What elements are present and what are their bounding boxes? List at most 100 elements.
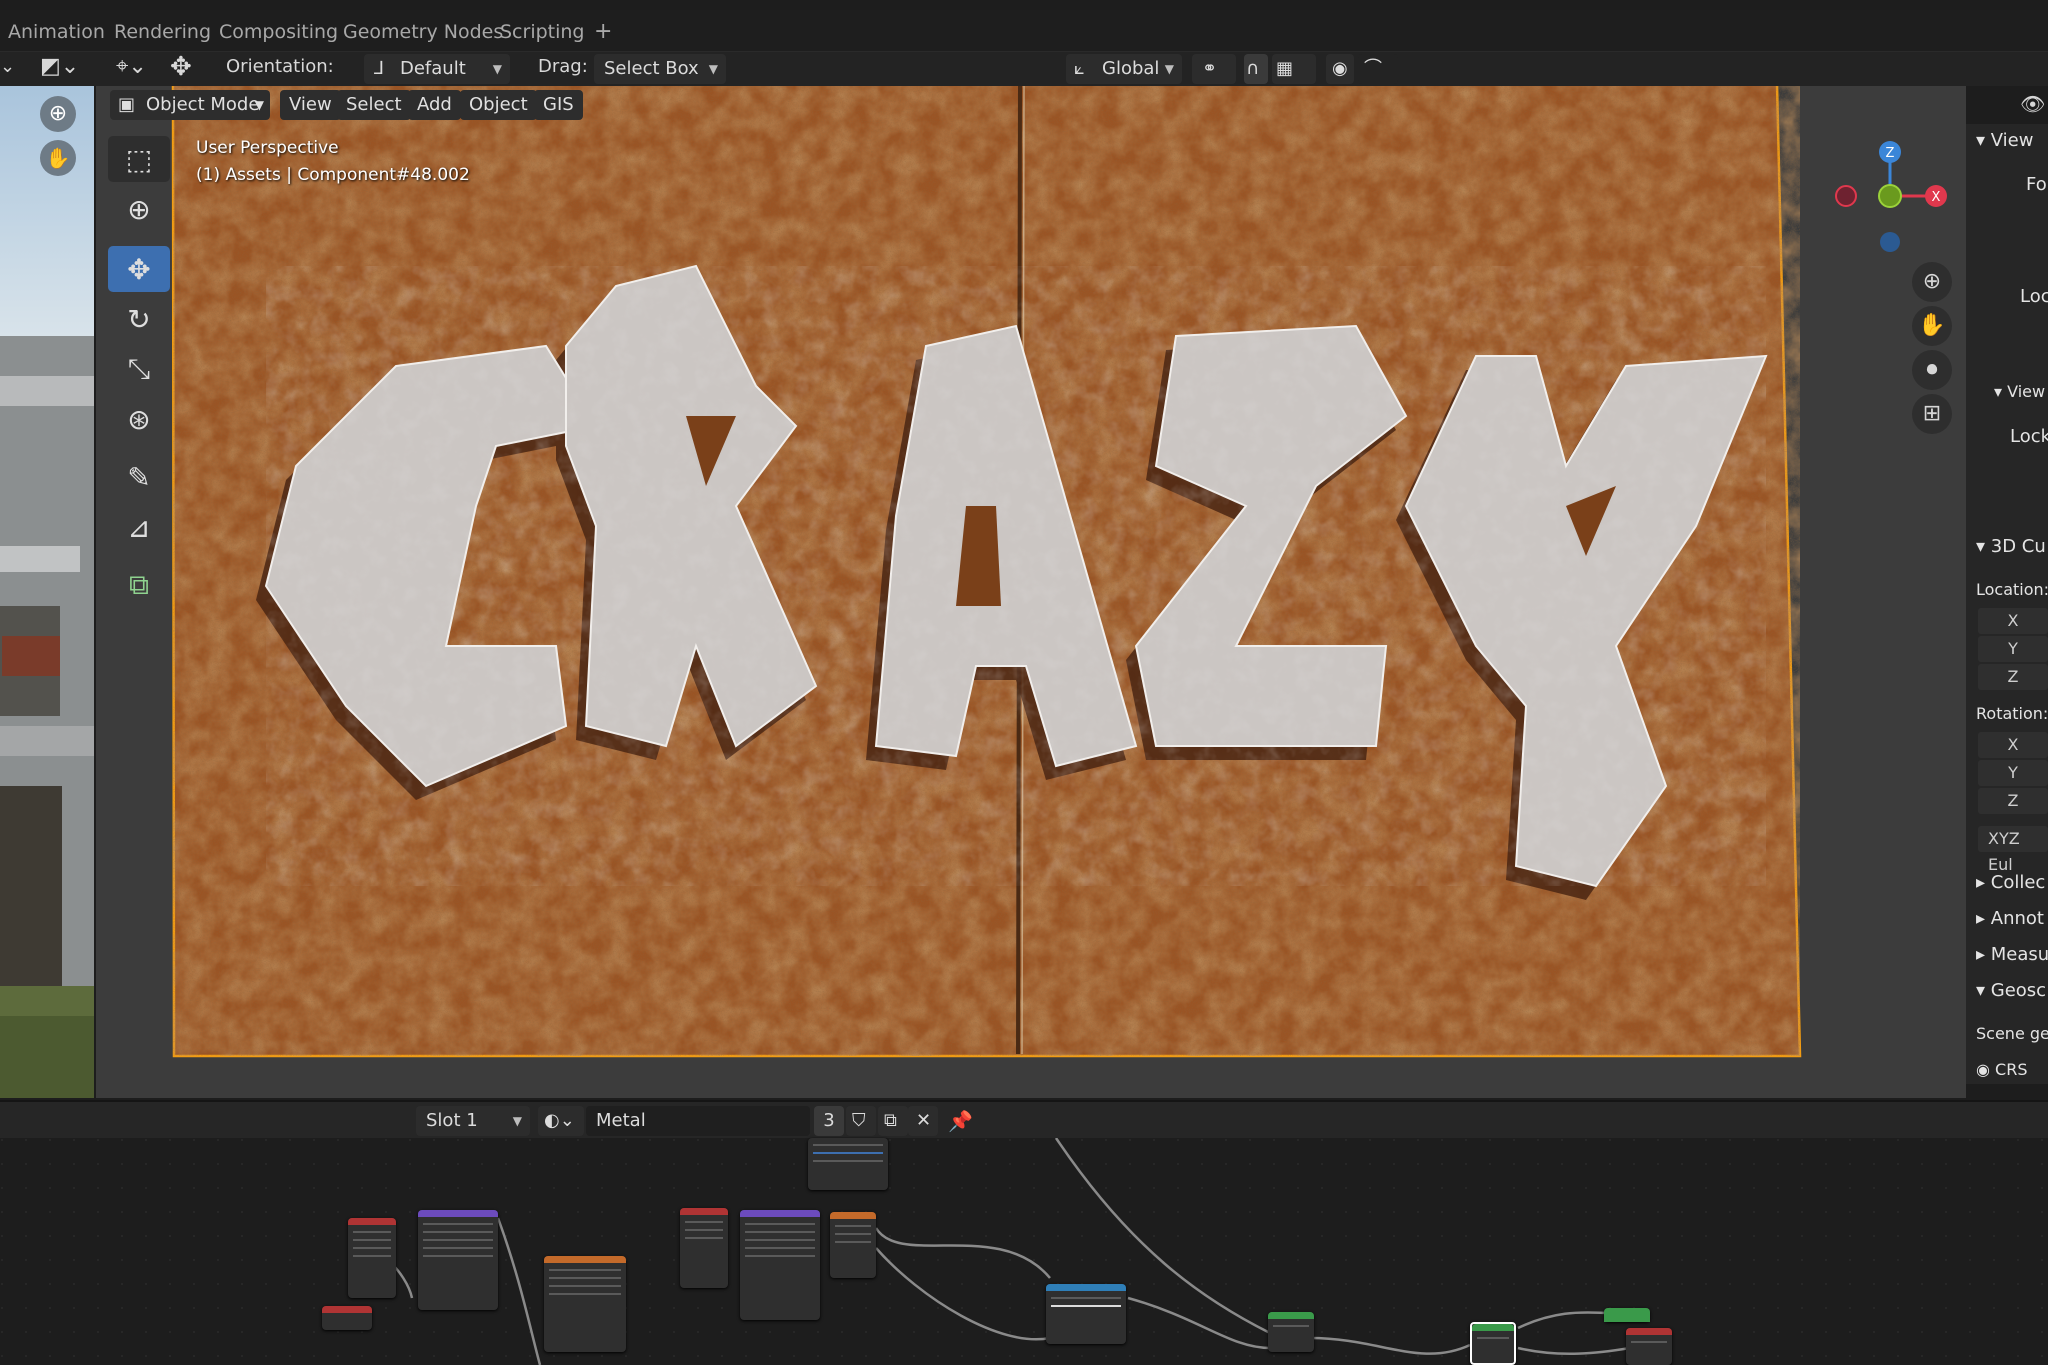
- ruler-icon: ⊿: [127, 510, 151, 544]
- texture-coordinate-node[interactable]: [348, 1218, 396, 1298]
- neg-x-handle[interactable]: [1835, 185, 1857, 207]
- menu-view[interactable]: View: [280, 90, 341, 120]
- transform-orientation-dropdown[interactable]: ⟀ Global ▼: [1066, 54, 1182, 84]
- object-mode-icon: ▣: [118, 94, 136, 115]
- eye-icon[interactable]: 👁: [2020, 92, 2048, 120]
- z-axis-label: Z: [1886, 146, 1895, 161]
- measure-section[interactable]: ▸ Measu: [1976, 944, 2048, 965]
- menu-select[interactable]: Select: [337, 90, 411, 120]
- pin-icon[interactable]: 📌: [948, 1106, 973, 1138]
- mapping-node[interactable]: [418, 1210, 498, 1310]
- navigation-gizmo[interactable]: Z X: [1820, 136, 1960, 256]
- duplicate-material-button[interactable]: ⧉: [878, 1106, 908, 1136]
- menu-gis[interactable]: GIS: [534, 90, 583, 120]
- lock-label-2: Lock: [2010, 426, 2048, 447]
- scale-tool[interactable]: ⤡: [108, 346, 170, 392]
- zoom-icon[interactable]: ⊕: [40, 96, 76, 132]
- collections-section[interactable]: ▸ Collec: [1976, 872, 2045, 893]
- 3d-cursor-header[interactable]: ▾ 3D Cu: [1976, 536, 2046, 557]
- proportional-edit-toggle[interactable]: ◉: [1326, 54, 1354, 84]
- orientation-dropdown[interactable]: ⅃ Default ▼: [364, 54, 510, 84]
- annotations-section[interactable]: ▸ Annot: [1976, 908, 2044, 929]
- measure-tool[interactable]: ⊿: [108, 504, 170, 550]
- cursor-location-x[interactable]: X: [1978, 608, 2048, 634]
- material-sphere-icon: ◐⌄: [544, 1110, 575, 1131]
- cursor-rotation-z[interactable]: Z: [1978, 788, 2048, 814]
- select-box-tool[interactable]: ⬚: [108, 136, 170, 182]
- chevron-down-icon: ▼: [708, 62, 718, 76]
- workspace-bar: Animation Rendering Compositing Geometry…: [0, 10, 2048, 52]
- reroute-node[interactable]: [1604, 1308, 1650, 1322]
- tab-animation[interactable]: Animation: [0, 16, 117, 48]
- snap-target-dropdown[interactable]: ▦: [1272, 54, 1316, 84]
- grid-perspective-icon[interactable]: ⊞: [1912, 394, 1952, 434]
- camera-icon[interactable]: ⏺: [1912, 350, 1952, 390]
- mapping-node-2[interactable]: [740, 1210, 820, 1320]
- 3d-viewport[interactable]: User Perspective (1) Assets | Component#…: [96, 86, 1966, 1098]
- move-tool-icon[interactable]: ✥: [170, 52, 192, 84]
- annotate-tool[interactable]: ✎: [108, 454, 170, 500]
- move-tool[interactable]: ✥: [108, 246, 170, 292]
- pivot-point-dropdown[interactable]: ⚭: [1192, 54, 1236, 84]
- texture-coordinate-node-2[interactable]: [680, 1208, 728, 1288]
- hand-pan-icon[interactable]: ✋: [1912, 306, 1952, 346]
- y-axis-handle[interactable]: [1878, 184, 1902, 208]
- unlink-material-button[interactable]: ✕: [908, 1106, 938, 1136]
- material-output-node[interactable]: [1626, 1328, 1672, 1365]
- cursor-tool[interactable]: ⊕: [108, 186, 170, 232]
- drag-dropdown[interactable]: Select Box ▼: [594, 54, 726, 84]
- fake-user-toggle[interactable]: ⛉: [846, 1106, 876, 1136]
- triangle-right-icon: ▸: [1976, 872, 1991, 893]
- add-cube-tool[interactable]: ⧉: [108, 562, 170, 608]
- rotation-mode-dropdown[interactable]: XYZ Eul: [1978, 826, 2048, 874]
- color-ramp-node[interactable]: [830, 1212, 876, 1278]
- mix-shader-node[interactable]: [1268, 1312, 1314, 1352]
- reference-photo: [0, 86, 94, 1098]
- chevron-down-icon: ▼: [254, 98, 264, 112]
- rotate-tool[interactable]: ↻: [108, 296, 170, 342]
- falloff-dropdown[interactable]: ⌒: [1358, 54, 1398, 84]
- principled-bsdf-node[interactable]: [808, 1138, 888, 1190]
- zoom-icon[interactable]: ⊕: [1912, 262, 1952, 302]
- view-lock-subheader[interactable]: ▾ View: [1994, 382, 2045, 401]
- group-node[interactable]: [1470, 1322, 1516, 1365]
- geoscene-section[interactable]: ▾ Geosc: [1976, 980, 2046, 1001]
- tab-compositing[interactable]: Compositing: [207, 16, 350, 48]
- add-workspace-button[interactable]: +: [582, 16, 624, 48]
- transform-icon: ⊛: [127, 402, 151, 436]
- material-slot-dropdown[interactable]: Slot 1 ▼: [416, 1106, 530, 1136]
- shield-icon: ⛉: [852, 1110, 866, 1131]
- image-texture-node[interactable]: [544, 1256, 626, 1352]
- move-arrows-icon: ✥: [127, 252, 151, 286]
- tab-rendering[interactable]: Rendering: [102, 16, 223, 48]
- crs-row[interactable]: ◉ CRS: [1976, 1060, 2028, 1079]
- image-editor-icon[interactable]: ◩⌄: [40, 52, 79, 84]
- annotations-title: Annot: [1990, 908, 2044, 929]
- tab-scripting[interactable]: Scripting: [488, 16, 597, 48]
- menu-object[interactable]: Object: [460, 90, 537, 120]
- node-editor-canvas[interactable]: [0, 1138, 2048, 1365]
- snap-pivot-icon[interactable]: ⌖⌄: [116, 52, 147, 84]
- chevron-down-icon[interactable]: ⌄: [0, 52, 15, 84]
- view-lock-title: View: [2007, 382, 2046, 401]
- cursor-rotation-y[interactable]: Y: [1978, 760, 2048, 786]
- material-name-field[interactable]: Metal Frame.bigfenster.graf: [586, 1106, 810, 1161]
- view-section-header[interactable]: ▾ View: [1976, 130, 2033, 151]
- cursor-rotation-x[interactable]: X: [1978, 732, 2048, 758]
- cursor-location-z[interactable]: Z: [1978, 664, 2048, 690]
- neg-z-handle[interactable]: [1880, 232, 1900, 252]
- value-node[interactable]: [322, 1306, 372, 1330]
- user-count[interactable]: 3: [814, 1106, 844, 1136]
- snap-toggle[interactable]: ∩: [1244, 54, 1268, 84]
- transform-tool[interactable]: ⊛: [108, 396, 170, 442]
- material-browse-button[interactable]: ◐⌄: [538, 1106, 584, 1136]
- measure-title: Measu: [1990, 944, 2048, 965]
- x-axis-label: X: [1932, 190, 1941, 205]
- scene-geo-label: Scene ge: [1976, 1024, 2048, 1043]
- menu-add[interactable]: Add: [408, 90, 461, 120]
- cursor-location-y[interactable]: Y: [1978, 636, 2048, 662]
- hand-pan-icon[interactable]: ✋: [40, 140, 76, 176]
- copy-icon: ⧉: [884, 1110, 897, 1131]
- mode-dropdown[interactable]: ▣ Object Mode ▼: [110, 90, 270, 120]
- bump-node[interactable]: [1046, 1284, 1126, 1344]
